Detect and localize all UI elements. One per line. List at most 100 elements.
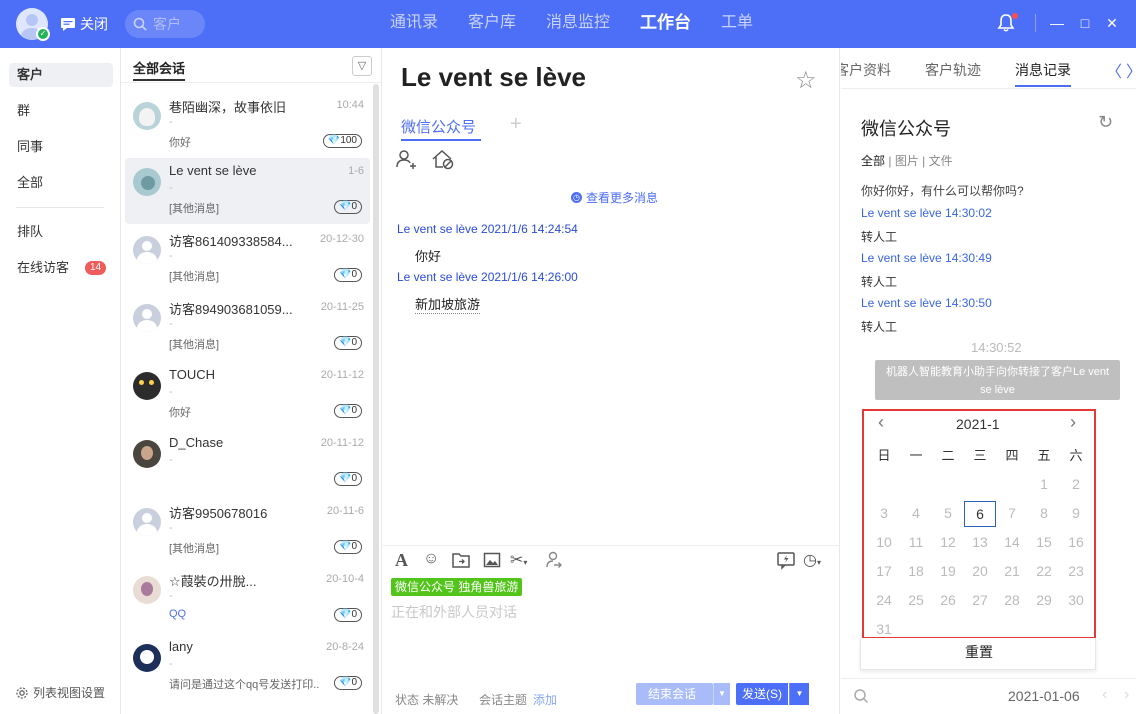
conversation-item[interactable]: Le vent se lève 1-6 - [其他消息] 💎0 — [125, 158, 370, 224]
tab-customer-track[interactable]: 客户轨迹 — [925, 60, 981, 80]
chevron-right-icon[interactable]: 〉 — [1126, 58, 1136, 82]
filter-files[interactable]: 文件 — [929, 154, 953, 168]
calendar-day[interactable]: 30 — [1060, 586, 1092, 615]
star-icon[interactable]: ☆ — [795, 66, 817, 95]
close-label: 关闭 — [80, 16, 108, 32]
calendar-day[interactable]: 1 — [1028, 470, 1060, 499]
load-more-messages-link[interactable]: ◷ 查看更多消息 — [571, 189, 658, 206]
calendar-day[interactable]: 16 — [1060, 528, 1092, 557]
chevron-left-icon[interactable]: 〈 — [1106, 58, 1122, 82]
quick-reply-icon[interactable] — [776, 550, 796, 570]
calendar-day[interactable]: 24 — [868, 586, 900, 615]
calendar-day[interactable]: 9 — [1060, 499, 1092, 528]
calendar-day[interactable]: 13 — [964, 528, 996, 557]
conversation-item[interactable]: ☆葭裝の卅脫... 20-10-4 - QQ 💎0 — [125, 566, 370, 632]
maximize-icon[interactable]: □ — [1076, 14, 1094, 32]
image-icon[interactable] — [483, 550, 501, 570]
nav-tickets[interactable]: 工单 — [721, 0, 753, 48]
conversation-item[interactable]: D_Chase 20-11-12 - 💎0 — [125, 430, 370, 496]
prev-month-icon[interactable]: ‹ — [878, 412, 884, 433]
next-page-icon[interactable]: › — [1124, 686, 1129, 704]
conversation-item[interactable]: TOUCH 20-11-12 - 你好 💎0 — [125, 362, 370, 428]
nav-message-monitor[interactable]: 消息监控 — [546, 0, 610, 48]
leftnav-item-colleague[interactable]: 同事 — [9, 135, 113, 159]
calendar-day[interactable]: 25 — [900, 586, 932, 615]
calendar-day[interactable]: 10 — [868, 528, 900, 557]
calendar-day[interactable]: 5 — [932, 499, 964, 528]
next-month-icon[interactable]: › — [1070, 412, 1076, 433]
emoji-icon[interactable]: ☺ — [423, 550, 439, 570]
send-button[interactable]: 发送(S) — [736, 683, 788, 705]
history-clock-icon[interactable]: ◷▾ — [803, 550, 821, 570]
leftnav-item-customer[interactable]: 客户 — [9, 63, 113, 87]
weekday-label: 六 — [1069, 448, 1083, 463]
close-window-icon[interactable]: ✕ — [1103, 14, 1121, 32]
calendar-day[interactable]: 29 — [1028, 586, 1060, 615]
status-field[interactable]: 状态 未解决 — [395, 691, 458, 708]
conversation-item[interactable]: lany 20-8-24 - 请问是通过这个qq号发送打印... 💎0 — [125, 634, 370, 700]
tab-wechat-official[interactable]: 微信公众号 — [401, 116, 476, 137]
calendar-day[interactable]: 28 — [996, 586, 1028, 615]
calendar-reset-button[interactable]: 重置 — [861, 642, 1097, 662]
nav-customer-library[interactable]: 客户库 — [468, 0, 516, 48]
refresh-icon[interactable]: ↻ — [1098, 112, 1113, 133]
transfer-icon[interactable] — [543, 550, 563, 570]
calendar-day[interactable]: 6 — [964, 499, 996, 528]
nav-contacts[interactable]: 通讯录 — [390, 0, 438, 48]
prev-page-icon[interactable]: ‹ — [1102, 686, 1107, 704]
minimize-icon[interactable]: — — [1048, 14, 1066, 32]
filter-images[interactable]: 图片 — [895, 154, 919, 168]
send-options-dropdown[interactable]: ▼ — [789, 683, 809, 705]
add-topic-link[interactable]: 添加 — [533, 691, 557, 708]
calendar-week-row: 10 11 12 13 14 15 16 — [868, 528, 1092, 557]
calendar-day[interactable]: 2 — [1060, 470, 1092, 499]
calendar-day[interactable]: 4 — [900, 499, 932, 528]
calendar-day[interactable]: 20 — [964, 557, 996, 586]
end-options-dropdown[interactable]: ▼ — [713, 683, 730, 705]
calendar-day[interactable]: 21 — [996, 557, 1028, 586]
scissors-icon[interactable]: ✂▾ — [510, 550, 527, 570]
tab-message-records[interactable]: 消息记录 — [1015, 60, 1071, 80]
search-icon[interactable] — [853, 688, 869, 704]
close-status-button[interactable]: 关闭 — [60, 13, 108, 35]
list-scrollbar[interactable] — [373, 84, 379, 714]
leftnav-item-group[interactable]: 群 — [9, 99, 113, 123]
font-icon[interactable]: A — [395, 550, 408, 570]
calendar-day[interactable]: 26 — [932, 586, 964, 615]
folder-icon[interactable] — [451, 550, 471, 570]
calendar-day[interactable]: 3 — [868, 499, 900, 528]
calendar-day[interactable]: 22 — [1028, 557, 1060, 586]
calendar-day[interactable]: 7 — [996, 499, 1028, 528]
add-tab-icon[interactable]: + — [510, 113, 522, 136]
calendar-day[interactable]: 23 — [1060, 557, 1092, 586]
filter-all[interactable]: 全部 — [861, 154, 885, 168]
calendar-day[interactable]: 11 — [900, 528, 932, 557]
customer-search-input[interactable]: 客户 — [125, 10, 205, 38]
calendar-day[interactable]: 19 — [932, 557, 964, 586]
calendar-day[interactable]: 18 — [900, 557, 932, 586]
end-conversation-button[interactable]: 结束会话 — [636, 683, 713, 705]
selected-day[interactable]: 6 — [964, 501, 996, 528]
list-divider — [121, 82, 381, 83]
conversation-item[interactable]: 访客861409338584... 20-12-30 - [其他消息] 💎0 — [125, 226, 370, 292]
conversation-item[interactable]: 巷陌幽深，故事依旧 10:44 - 你好 💎100 — [125, 92, 370, 158]
calendar-day[interactable]: 14 — [996, 528, 1028, 557]
calendar-day[interactable]: 27 — [964, 586, 996, 615]
nav-workbench[interactable]: 工作台 — [640, 0, 691, 48]
date-filter-input[interactable]: 2021-01-06 — [1008, 688, 1080, 704]
filter-icon[interactable]: ▽ — [352, 56, 372, 76]
leftnav-item-queue[interactable]: 排队 — [9, 220, 113, 244]
tab-customer-info[interactable]: 客户资料 — [841, 60, 891, 80]
block-home-icon[interactable] — [431, 148, 455, 170]
list-view-settings-button[interactable]: 列表视图设置 — [16, 684, 105, 701]
leftnav-item-all[interactable]: 全部 — [9, 171, 113, 195]
calendar-day[interactable]: 15 — [1028, 528, 1060, 557]
message-input[interactable]: 正在和外部人员对话 — [391, 602, 517, 622]
calendar-day[interactable]: 12 — [932, 528, 964, 557]
calendar-day[interactable]: 17 — [868, 557, 900, 586]
all-conversations-tab[interactable]: 全部会话 — [133, 58, 185, 77]
add-user-icon[interactable] — [395, 148, 417, 170]
calendar-day[interactable]: 8 — [1028, 499, 1060, 528]
conversation-item[interactable]: 访客9950678016 20-11-6 - [其他消息] 💎0 — [125, 498, 370, 564]
conversation-item[interactable]: 访客894903681059... 20-11-25 - [其他消息] 💎0 — [125, 294, 370, 360]
